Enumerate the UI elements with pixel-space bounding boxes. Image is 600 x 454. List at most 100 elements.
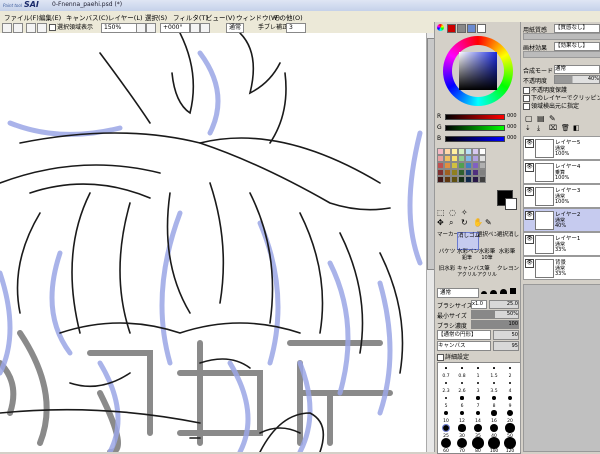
saturation-value-square[interactable] <box>459 52 497 90</box>
transfer-down-icon[interactable]: ⇣ <box>525 124 531 132</box>
brush-tip-soft-icon[interactable] <box>481 291 487 294</box>
zoom-out-button[interactable] <box>136 23 146 33</box>
brush-size-preset[interactable] <box>505 423 515 433</box>
min-size-slider[interactable]: 50% <box>471 310 519 319</box>
material-effect-select[interactable]: 【効果なし】 <box>554 42 600 51</box>
new-layer-icon[interactable]: ▢ <box>525 114 533 123</box>
rotate-right-button[interactable] <box>200 23 210 33</box>
color-swatch[interactable] <box>465 169 472 176</box>
eye-icon[interactable]: 👁 <box>525 235 534 244</box>
stabilizer-select[interactable]: 3 <box>286 23 306 33</box>
brush-size-preset[interactable] <box>493 367 495 369</box>
hsv-slider-tab-icon[interactable] <box>457 24 466 33</box>
color-swatch[interactable] <box>465 162 472 169</box>
color-swatch[interactable] <box>451 155 458 162</box>
brush-size-preset[interactable] <box>507 410 513 416</box>
color-swatch[interactable] <box>451 162 458 169</box>
menu-item-8[interactable]: その他(O) <box>273 12 303 22</box>
brush-size-preset[interactable] <box>474 424 482 432</box>
brush-texture-strength[interactable]: 95 <box>493 341 519 351</box>
checkbox[interactable] <box>49 24 56 31</box>
color-wheel-tab-icon[interactable] <box>437 24 444 31</box>
layer-row[interactable]: 👁 レイヤー2 通常 40% <box>523 208 600 232</box>
brush-size-preset[interactable] <box>441 423 451 433</box>
brush-shape-strength[interactable]: 50 <box>493 330 519 340</box>
brush-size-preset[interactable] <box>509 367 511 369</box>
color-swatch[interactable] <box>465 148 472 155</box>
brush-size-preset[interactable] <box>508 396 512 400</box>
zoom-select[interactable]: 150% <box>101 23 137 33</box>
color-swatch[interactable] <box>458 162 465 169</box>
brush-size-preset[interactable] <box>444 396 448 400</box>
color-swatch[interactable] <box>437 148 444 155</box>
deselect-button[interactable] <box>26 23 36 33</box>
merge-down-icon[interactable]: ⤓ <box>537 124 540 133</box>
brush-tool-row1-3[interactable]: 選択消し <box>497 232 519 248</box>
eye-icon[interactable]: 👁 <box>525 259 534 268</box>
color-swatch[interactable] <box>472 148 479 155</box>
layer-row[interactable]: 👁 レイヤー5 通常 100% <box>523 136 600 160</box>
clear-layer-icon[interactable]: ⌧ <box>549 124 557 132</box>
brush-size-preset[interactable] <box>491 410 497 416</box>
checkbox[interactable] <box>437 354 444 361</box>
detail-settings-toggle[interactable]: 詳細設定 <box>437 352 469 361</box>
eyedropper-icon[interactable]: ✎ <box>485 218 492 227</box>
redo-button[interactable] <box>13 23 23 33</box>
zoom-in-button[interactable] <box>146 23 156 33</box>
menu-item-1[interactable]: 編集(E) <box>39 12 61 22</box>
brush-size-preset[interactable] <box>460 381 464 385</box>
color-swatch[interactable] <box>479 162 486 169</box>
color-swatch[interactable] <box>472 176 479 183</box>
brush-tool-row3-0[interactable]: 旧水彩 <box>437 266 457 282</box>
eye-icon[interactable]: 👁 <box>525 139 534 148</box>
layer-row[interactable]: 👁 背景 通常 33% <box>523 256 600 280</box>
brush-size-preset[interactable] <box>443 410 449 416</box>
brush-size-multiplier[interactable]: x1.0 <box>471 300 487 309</box>
brush-size-slider[interactable]: 25.0 <box>489 300 519 309</box>
color-swatch[interactable] <box>451 176 458 183</box>
color-swatch[interactable] <box>472 169 479 176</box>
lasso-icon[interactable]: ◌ <box>449 208 456 217</box>
color-swatch[interactable] <box>444 148 451 155</box>
eye-icon[interactable]: 👁 <box>525 187 534 196</box>
paper-texture-select[interactable]: 【質感なし】 <box>554 24 600 33</box>
brush-size-preset[interactable] <box>476 381 480 385</box>
brush-size-preset[interactable] <box>476 396 480 400</box>
color-swatch[interactable] <box>444 155 451 162</box>
swatch-tab-icon[interactable] <box>467 24 476 33</box>
color-swatch[interactable] <box>479 169 486 176</box>
color-swatch[interactable] <box>458 176 465 183</box>
eye-icon[interactable]: 👁 <box>525 163 534 172</box>
brush-size-preset[interactable] <box>459 410 465 416</box>
rgb-slider-tab-icon[interactable] <box>447 24 456 33</box>
color-swatch[interactable] <box>458 148 465 155</box>
color-swatch[interactable] <box>444 162 451 169</box>
color-swatch[interactable] <box>437 176 444 183</box>
brush-density-slider[interactable]: 100 <box>471 320 519 329</box>
brush-tip-hard-icon[interactable] <box>500 289 507 294</box>
brush-size-preset[interactable] <box>440 437 452 449</box>
color-swatch[interactable] <box>479 176 486 183</box>
brush-tool-row2-0[interactable]: バケツ <box>437 249 457 265</box>
color-swatch[interactable] <box>465 155 472 162</box>
brush-tool-row2-3[interactable]: 水彩筆 <box>497 249 517 265</box>
brush-tip-medium-icon[interactable] <box>490 290 497 294</box>
color-swatch[interactable] <box>472 162 479 169</box>
brush-size-preset[interactable] <box>456 437 468 449</box>
scratchpad-tab-icon[interactable] <box>477 24 486 33</box>
rotate-left-button[interactable] <box>190 23 200 33</box>
brush-shape-select[interactable]: 【通常の円形】 <box>437 330 491 340</box>
flip-mode-select[interactable]: 通常 <box>226 23 244 33</box>
material-effect-strength[interactable] <box>523 51 600 58</box>
brush-texture-select[interactable]: キャンバス <box>437 341 491 351</box>
paper-texture-strength[interactable] <box>523 33 600 40</box>
color-wheel[interactable] <box>443 36 513 106</box>
color-swatch[interactable] <box>451 148 458 155</box>
color-swatch[interactable] <box>465 176 472 183</box>
menu-item-6[interactable]: ビュー(V) <box>206 12 235 22</box>
drawing-canvas[interactable] <box>0 33 426 452</box>
color-swatch[interactable] <box>444 169 451 176</box>
hand-tool-icon[interactable]: ✋ <box>473 218 483 227</box>
opacity-slider[interactable]: 40% <box>554 75 600 84</box>
brush-size-preset[interactable] <box>477 367 479 369</box>
